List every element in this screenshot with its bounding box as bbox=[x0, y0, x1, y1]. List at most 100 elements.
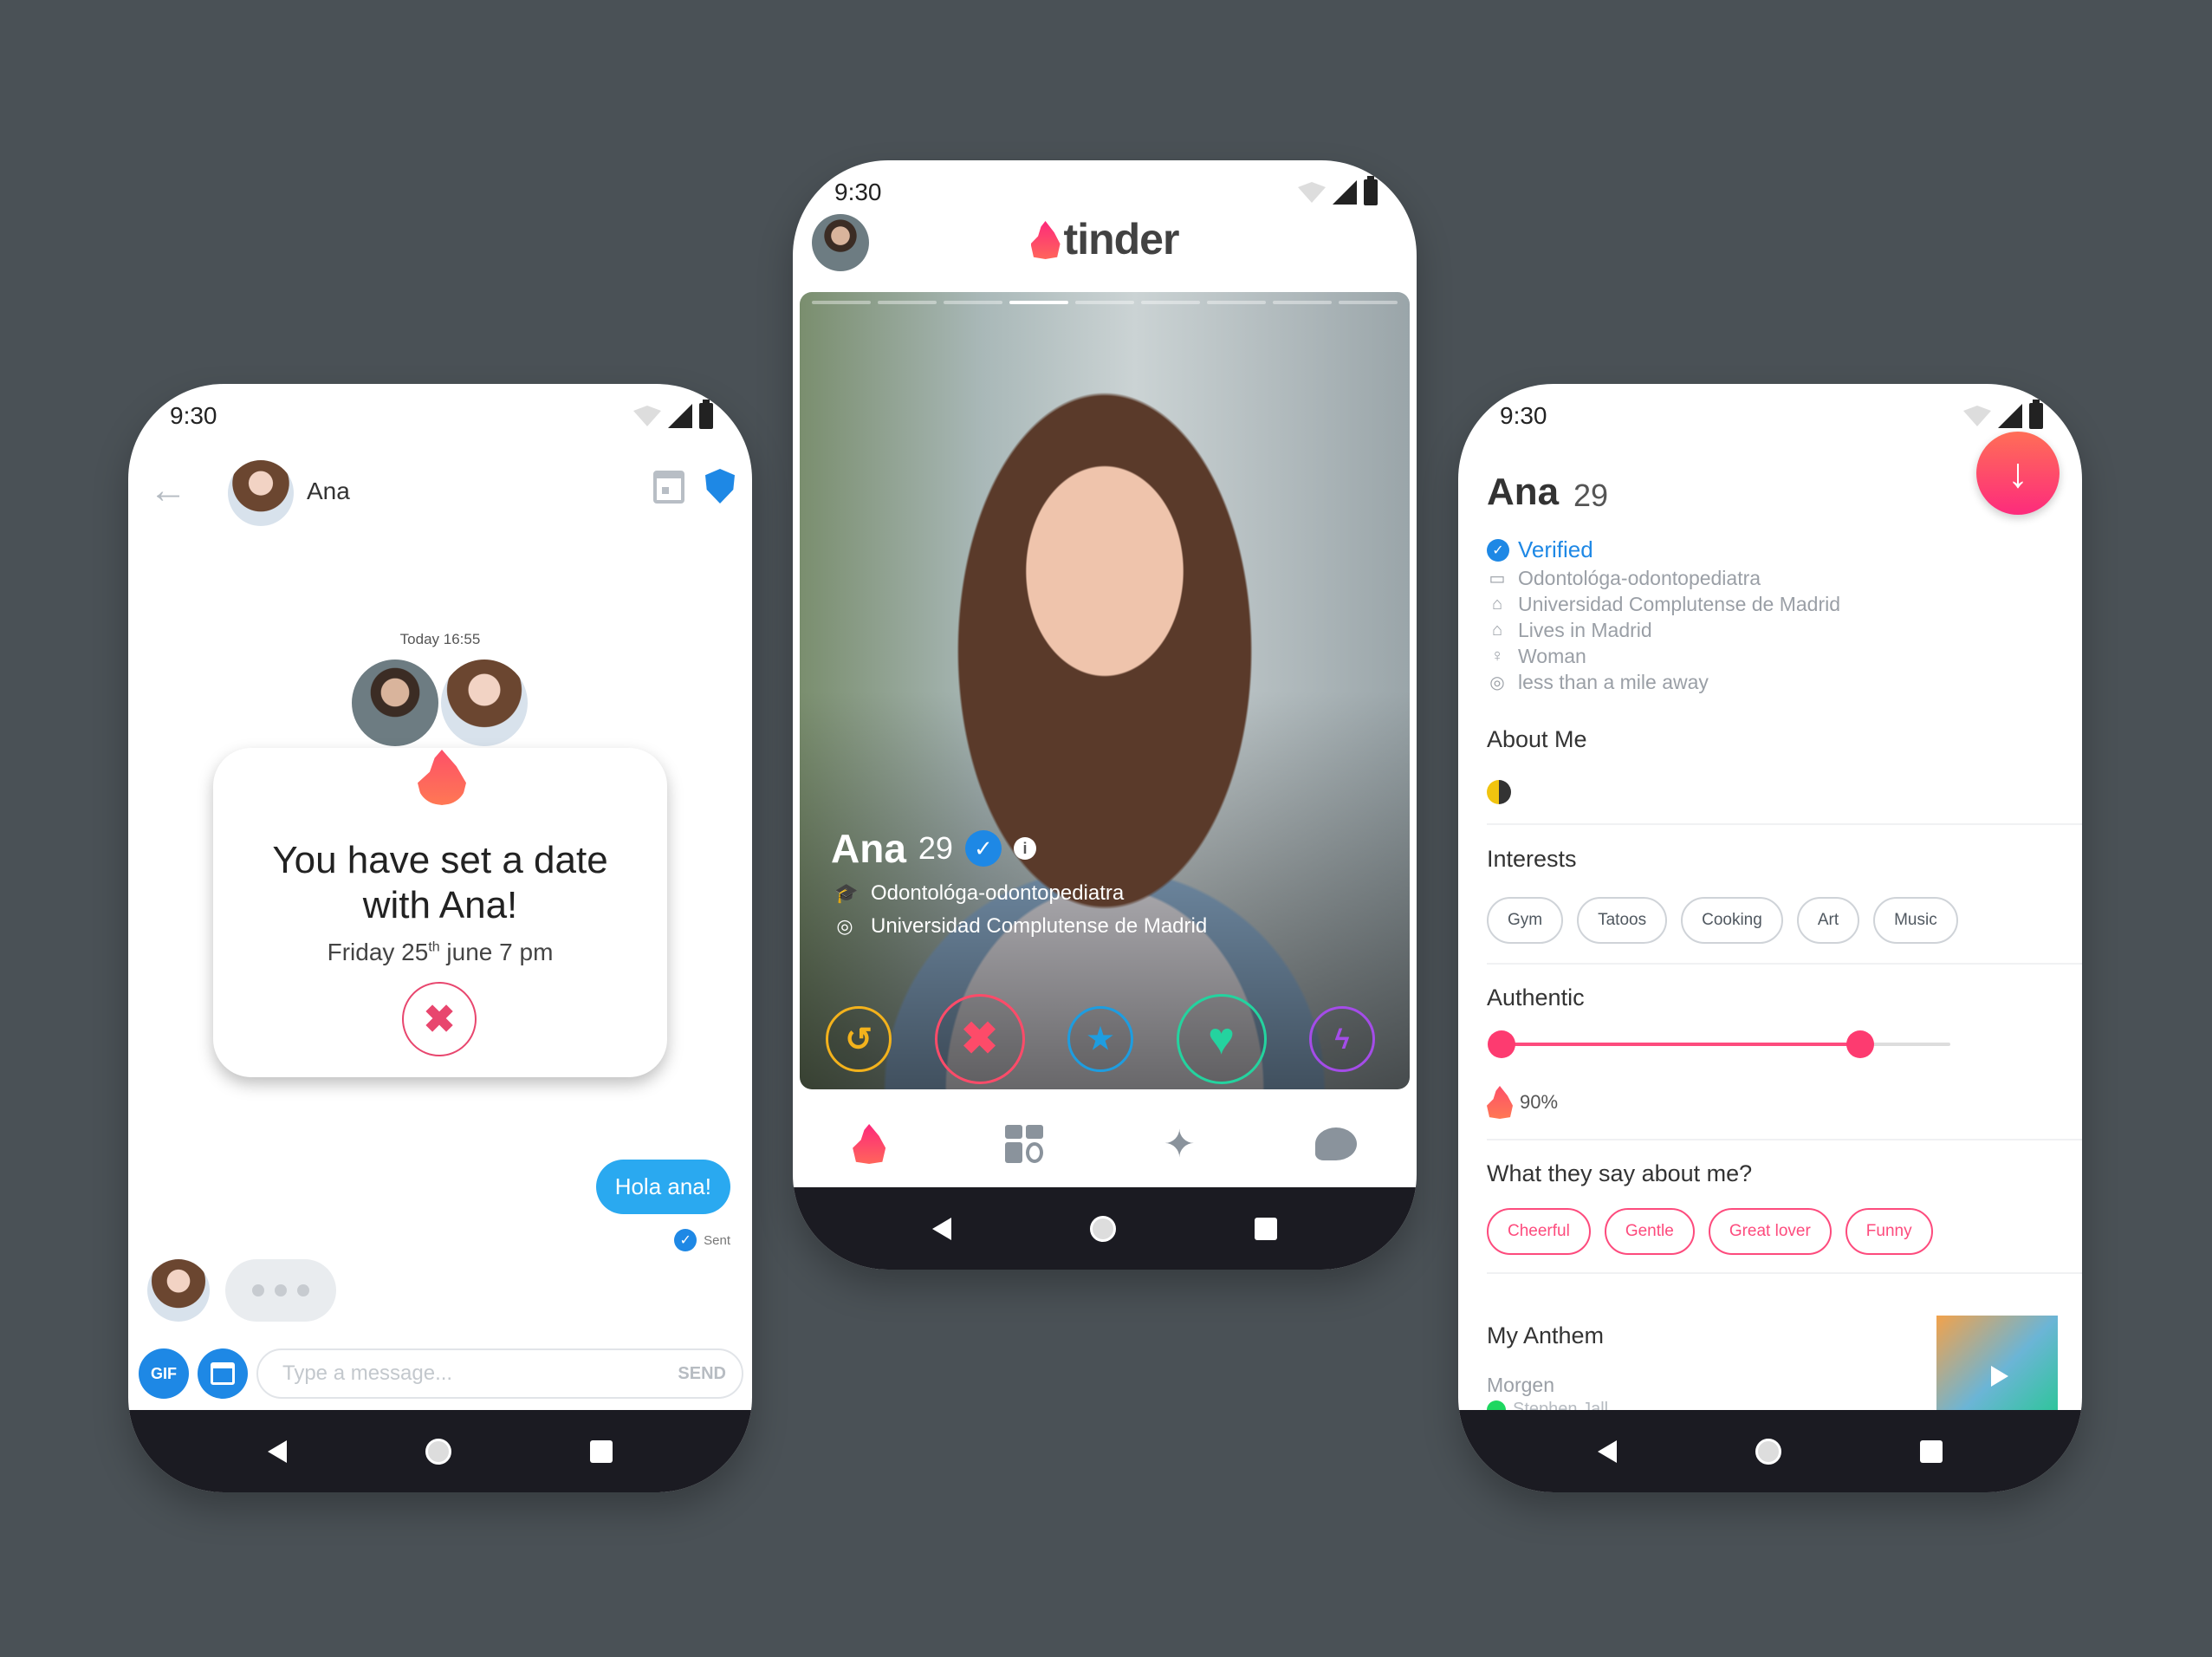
typing-indicator bbox=[225, 1259, 336, 1322]
tab-spark-icon[interactable]: ✦ bbox=[1164, 1122, 1196, 1166]
swipe-actions: ↺ ✖ ★ ♥ ϟ bbox=[826, 994, 1375, 1084]
super-like-button[interactable]: ★ bbox=[1067, 1006, 1133, 1072]
nav-recents-icon[interactable] bbox=[1255, 1217, 1277, 1240]
tab-discover-flame-icon[interactable] bbox=[853, 1124, 886, 1164]
status-icons bbox=[1298, 176, 1378, 205]
schedule-date-button[interactable] bbox=[198, 1348, 248, 1399]
card-job-text: Odontológa-odontopediatra bbox=[871, 881, 1125, 905]
graduation-cap-icon: ⌂ bbox=[1491, 594, 1503, 614]
grid-cell bbox=[1026, 1125, 1044, 1139]
rewind-button[interactable]: ↺ bbox=[826, 1006, 892, 1072]
authentic-slider-knob[interactable] bbox=[1846, 1030, 1875, 1058]
zodiac-icon bbox=[1487, 780, 1511, 804]
status-time: 9:30 bbox=[1500, 402, 1547, 429]
cancel-date-button[interactable]: ✖ bbox=[402, 982, 477, 1056]
card-name: Ana bbox=[831, 826, 906, 871]
arrow-left-icon[interactable]: ← bbox=[149, 469, 187, 512]
sent-status-label: Sent bbox=[704, 1232, 730, 1248]
photo-progress-segment bbox=[1339, 301, 1398, 304]
verified-badge-icon: ✓ bbox=[964, 830, 1002, 867]
date-card-date: Friday 25th june 7 pm bbox=[213, 939, 667, 966]
divider bbox=[1487, 1272, 2082, 1274]
interest-chip[interactable]: Art bbox=[1796, 897, 1860, 944]
interest-chip[interactable]: Cooking bbox=[1681, 897, 1783, 944]
status-time: 9:30 bbox=[170, 402, 217, 429]
nav-recents-icon[interactable] bbox=[1920, 1439, 1943, 1463]
nav-back-icon[interactable] bbox=[1598, 1439, 1617, 1463]
android-nav-bar bbox=[793, 1187, 1417, 1270]
authentic-percent-value: 90% bbox=[1520, 1091, 1559, 1113]
card-age: 29 bbox=[918, 830, 953, 866]
authentic-slider-start-knob[interactable] bbox=[1488, 1030, 1515, 1058]
timestamp: Today 16:55 bbox=[399, 631, 481, 647]
swipe-phone: 9:30 tinder Ana 29 ✓ i 🎓 Odontológa-odon… bbox=[793, 160, 1417, 1270]
calendar-icon[interactable] bbox=[653, 471, 684, 504]
interest-chip[interactable]: Gym bbox=[1487, 897, 1564, 944]
message-input[interactable]: Type a message... SEND bbox=[256, 1348, 743, 1399]
say-tag-chip[interactable]: Funny bbox=[1845, 1208, 1933, 1255]
date-rest: june 7 pm bbox=[439, 939, 554, 965]
battery-icon bbox=[699, 400, 713, 429]
nav-home-icon[interactable] bbox=[1755, 1438, 1781, 1465]
divider bbox=[1487, 963, 2082, 965]
say-tag-chip[interactable]: Cheerful bbox=[1487, 1208, 1591, 1255]
profile-name: Ana bbox=[1487, 471, 1560, 513]
nope-button[interactable]: ✖ bbox=[934, 994, 1025, 1084]
match-avatar-user bbox=[349, 657, 441, 749]
person-icon: ♀ bbox=[1490, 646, 1504, 666]
nav-recents-icon[interactable] bbox=[590, 1439, 613, 1463]
android-nav-bar bbox=[128, 1410, 752, 1492]
fact-distance: ◎ less than a mile away bbox=[1487, 669, 1840, 695]
flame-icon bbox=[418, 750, 466, 805]
shield-icon[interactable] bbox=[705, 469, 735, 504]
location-pin-icon: ◎ bbox=[836, 915, 853, 937]
card-job: 🎓 Odontológa-odontopediatra bbox=[834, 881, 1124, 906]
collapse-profile-button[interactable]: ↓ bbox=[1976, 432, 2060, 515]
send-button[interactable]: SEND bbox=[678, 1364, 726, 1384]
fact-gender-text: Woman bbox=[1518, 644, 1586, 667]
fact-job: ▭ Odontológa-odontopediatra bbox=[1487, 565, 1840, 591]
say-tag-chip[interactable]: Great lover bbox=[1708, 1208, 1832, 1255]
anthem-title: My Anthem bbox=[1487, 1322, 1605, 1348]
photo-progress-segment bbox=[878, 301, 937, 304]
interest-chip[interactable]: Tatoos bbox=[1577, 897, 1668, 944]
verified-text: Verified bbox=[1518, 536, 1593, 562]
typing-dot bbox=[275, 1284, 287, 1296]
photo-progress-segment bbox=[1009, 301, 1068, 304]
chat-phone: 9:30 ← Ana Today 16:55 You have set a da… bbox=[128, 384, 752, 1492]
tab-messages-icon[interactable] bbox=[1314, 1127, 1357, 1160]
chat-name[interactable]: Ana bbox=[307, 478, 350, 505]
search-icon bbox=[1026, 1142, 1044, 1163]
authentic-title: Authentic bbox=[1487, 984, 1585, 1010]
nav-home-icon[interactable] bbox=[425, 1438, 451, 1465]
typing-dot bbox=[252, 1284, 264, 1296]
typing-avatar bbox=[147, 1259, 210, 1322]
sent-message-bubble[interactable]: Hola ana! bbox=[595, 1160, 730, 1214]
boost-button[interactable]: ϟ bbox=[1309, 1006, 1375, 1072]
profile-facts: ▭ Odontológa-odontopediatra ⌂ Universidad … bbox=[1487, 565, 1840, 695]
tab-explore-grid-icon[interactable] bbox=[1005, 1125, 1044, 1163]
flame-icon bbox=[1487, 1086, 1513, 1119]
avatar[interactable] bbox=[228, 460, 294, 526]
info-icon[interactable]: i bbox=[1013, 837, 1036, 860]
battery-icon bbox=[1364, 176, 1378, 205]
nav-back-icon[interactable] bbox=[268, 1439, 287, 1463]
fact-school-text: Universidad Complutense de Madrid bbox=[1518, 592, 1841, 615]
say-tag-chip[interactable]: Gentle bbox=[1604, 1208, 1695, 1255]
tinder-flame-icon bbox=[1030, 221, 1061, 259]
interest-chip[interactable]: Music bbox=[1873, 897, 1958, 944]
wifi-icon bbox=[633, 406, 661, 426]
nav-back-icon[interactable] bbox=[932, 1217, 951, 1240]
nav-home-icon[interactable] bbox=[1090, 1215, 1116, 1242]
message-composer: GIF Type a message... SEND bbox=[139, 1348, 743, 1400]
status-bar: 9:30 bbox=[1458, 384, 2082, 436]
gif-button[interactable]: GIF bbox=[139, 1348, 189, 1399]
status-bar: 9:30 bbox=[128, 384, 752, 436]
photo-progress-segment bbox=[812, 301, 871, 304]
date-day: Friday 25 bbox=[327, 939, 429, 965]
authentic-percent: 90% bbox=[1487, 1086, 1558, 1119]
fact-job-text: Odontológa-odontopediatra bbox=[1518, 566, 1761, 589]
profile-card[interactable]: Ana 29 ✓ i 🎓 Odontológa-odontopediatra ◎… bbox=[800, 292, 1410, 1089]
like-button[interactable]: ♥ bbox=[1176, 994, 1267, 1084]
date-suffix-ordinal: th bbox=[428, 939, 440, 955]
